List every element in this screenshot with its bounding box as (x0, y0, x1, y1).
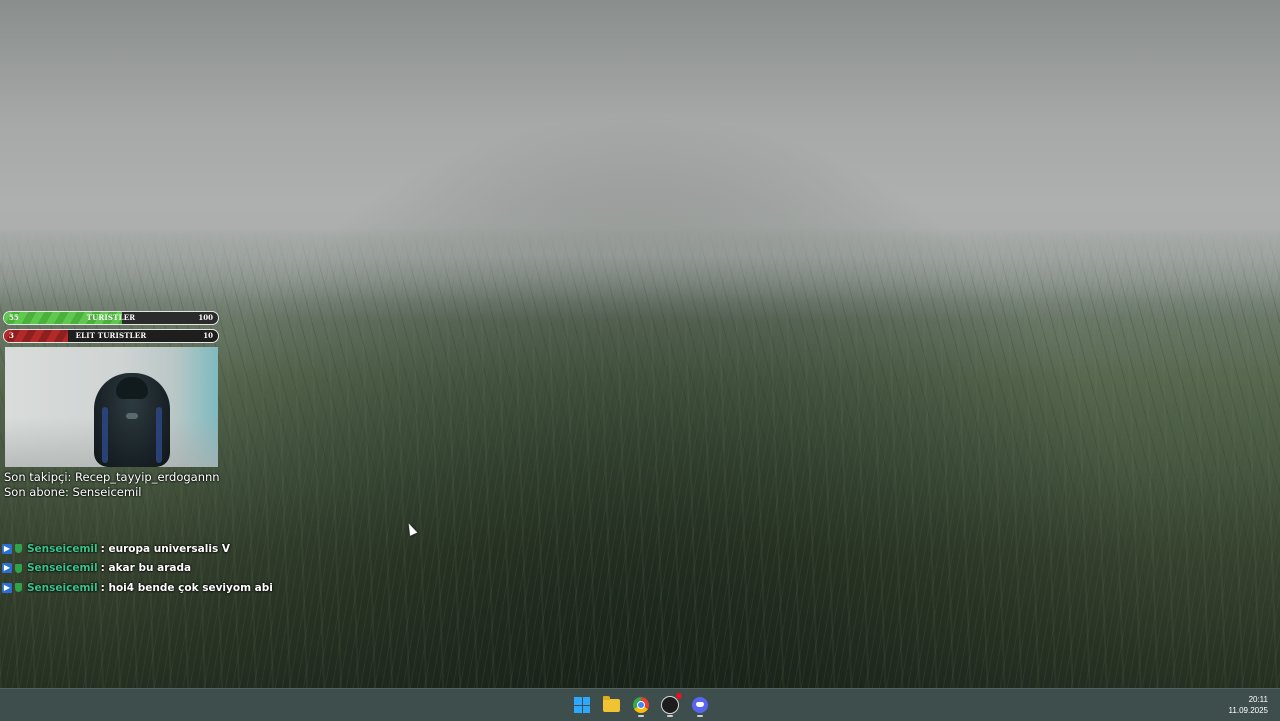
webcam-feed (5, 347, 218, 467)
chat-overlay: ▶ Senseicemil : europa universalis V ▶ S… (2, 539, 273, 598)
elite-goal-target: 10 (203, 331, 213, 340)
chrome-icon[interactable] (631, 695, 651, 715)
chat-message: ▶ Senseicemil : akar bu arada (2, 559, 273, 579)
clock-time: 20:11 (1248, 695, 1268, 704)
taskbar: 20:11 11.09.2025 (0, 688, 1280, 721)
running-indicator (667, 715, 673, 717)
moderator-badge-icon (15, 583, 22, 593)
elite-goal-bar: 3 ELIT TURISTLER 10 (3, 329, 219, 343)
discord-icon[interactable] (690, 695, 710, 715)
chat-username: Senseicemil (27, 542, 98, 555)
chat-text: : akar bu arada (100, 562, 192, 575)
chat-username: Senseicemil (27, 581, 98, 594)
moderator-badge-icon (15, 563, 22, 573)
chat-text: : hoi4 bende çok seviyom abi (100, 581, 273, 594)
moderator-badge-icon (15, 544, 22, 554)
running-indicator (638, 715, 644, 717)
windows-start-icon[interactable] (572, 695, 592, 715)
last-subscriber-text: Son abone: Senseicemil (4, 485, 142, 499)
system-clock[interactable]: 20:11 11.09.2025 (1229, 694, 1268, 716)
follower-goal-label: TURISTLER (86, 313, 136, 322)
clock-date: 11.09.2025 (1228, 706, 1268, 715)
obs-studio-icon[interactable] (660, 693, 682, 715)
chat-text: : europa universalis V (100, 542, 230, 555)
chat-message: ▶ Senseicemil : europa universalis V (2, 539, 273, 559)
chat-username: Senseicemil (27, 562, 98, 575)
prime-badge-icon: ▶ (2, 543, 12, 554)
elite-goal-label: ELIT TURISTLER (75, 331, 147, 340)
running-indicator (697, 715, 703, 717)
chat-message: ▶ Senseicemil : hoi4 bende çok seviyom a… (2, 578, 273, 598)
file-explorer-icon[interactable] (601, 695, 621, 715)
prime-badge-icon: ▶ (2, 582, 12, 593)
prime-badge-icon: ▶ (2, 563, 12, 574)
follower-goal-bar: 55 TURISTLER 100 (3, 311, 219, 325)
last-follower-text: Son takipçi: Recep_tayyip_erdogannn (4, 470, 220, 484)
follower-goal-target: 100 (198, 313, 213, 322)
